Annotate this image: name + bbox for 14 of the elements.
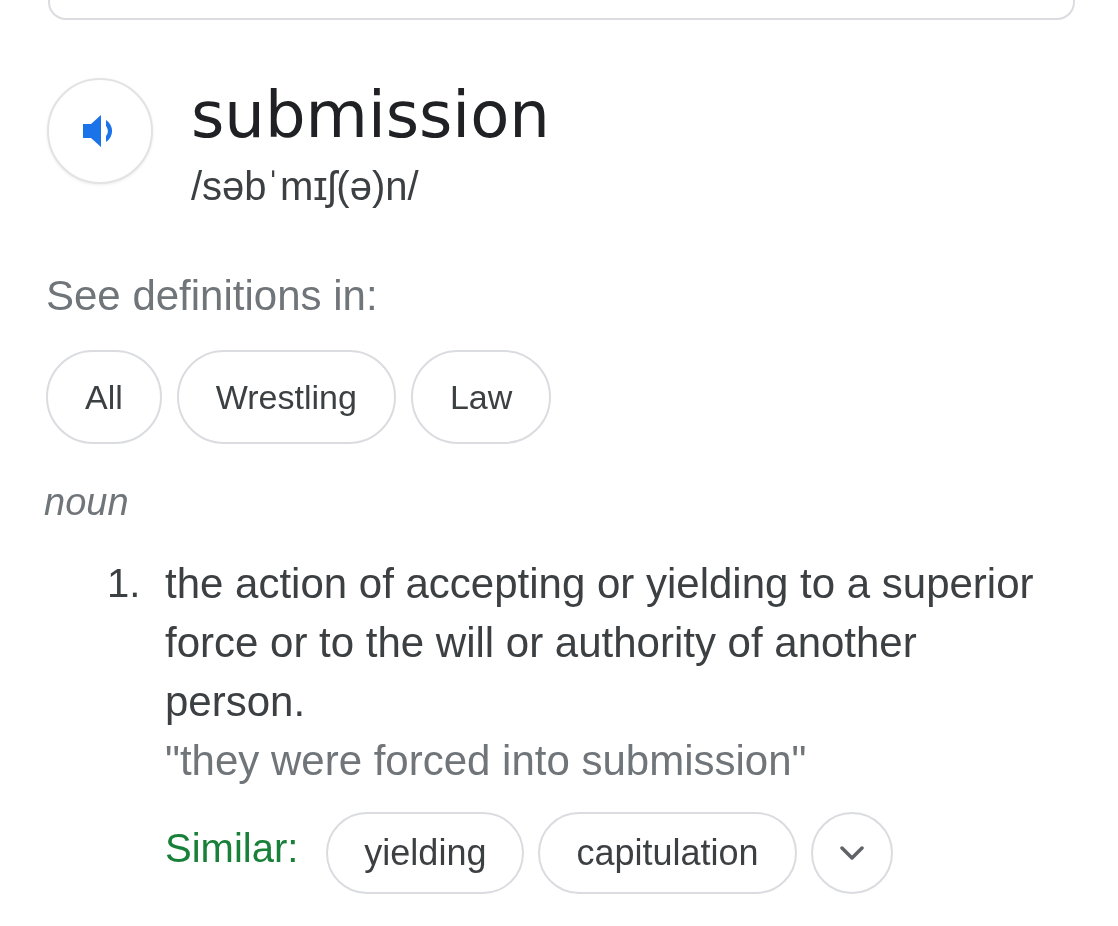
- example-sentence: "they were forced into submission": [165, 736, 808, 786]
- definition-text: the action of accepting or yielding to a superior force or to the will or authority of another person.: [165, 559, 1035, 727]
- part-of-speech: noun: [44, 480, 130, 524]
- source-chip[interactable]: Wrestling: [176, 350, 396, 444]
- similar-label: Similar:: [165, 825, 299, 871]
- synonym-chip[interactable]: yielding: [326, 812, 525, 894]
- sense-number: 1.: [106, 560, 142, 607]
- pronunciation: /səbˈmɪʃ(ə)n/: [191, 163, 420, 209]
- chevron-down-icon: [839, 846, 864, 860]
- headword: submission: [191, 77, 550, 153]
- source-chip[interactable]: Law: [410, 350, 552, 444]
- synonym-chip[interactable]: capitulation: [538, 812, 797, 894]
- section-label: See definitions in:: [46, 273, 379, 319]
- source-chip[interactable]: All: [46, 350, 162, 444]
